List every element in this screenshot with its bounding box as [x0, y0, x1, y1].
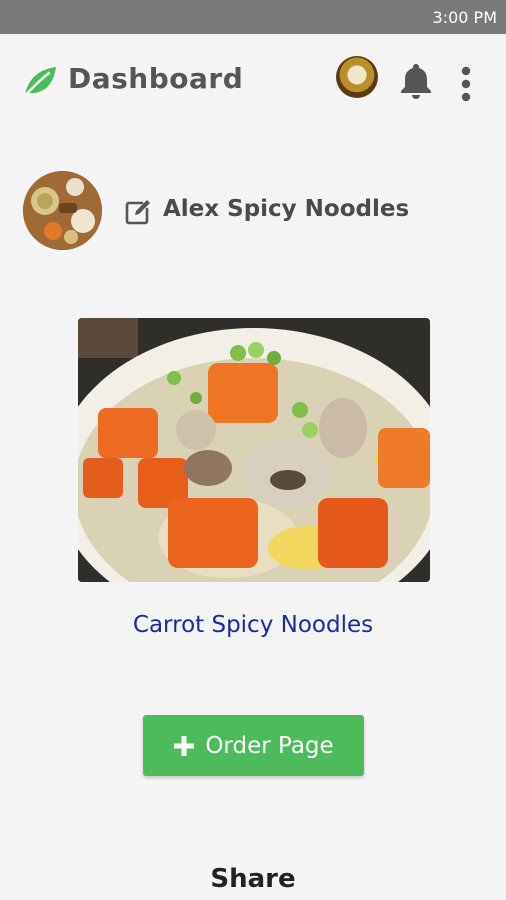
more-vert-icon[interactable] — [459, 66, 473, 102]
notification-bell-icon[interactable] — [398, 62, 434, 100]
status-bar: 3:00 PM — [0, 0, 506, 34]
plus-icon — [174, 735, 195, 756]
profile-header: Alex Spicy Noodles — [0, 170, 506, 252]
app-title: Dashboard — [68, 62, 244, 95]
dish-image — [78, 318, 430, 582]
user-avatar[interactable] — [336, 56, 378, 98]
leaf-icon — [22, 67, 56, 98]
status-time: 3:00 PM — [432, 8, 497, 27]
app-bar: Dashboard — [0, 34, 506, 126]
order-page-button[interactable]: Order Page — [143, 715, 364, 776]
order-button-label: Order Page — [205, 732, 334, 759]
share-heading: Share — [210, 864, 296, 894]
profile-photo — [23, 171, 102, 250]
dish-caption[interactable]: Carrot Spicy Noodles — [0, 612, 506, 638]
profile-avatar[interactable] — [23, 171, 102, 250]
edit-icon[interactable] — [124, 198, 152, 226]
profile-name: Alex Spicy Noodles — [163, 196, 410, 222]
noodle-bowl-illustration — [78, 318, 430, 582]
